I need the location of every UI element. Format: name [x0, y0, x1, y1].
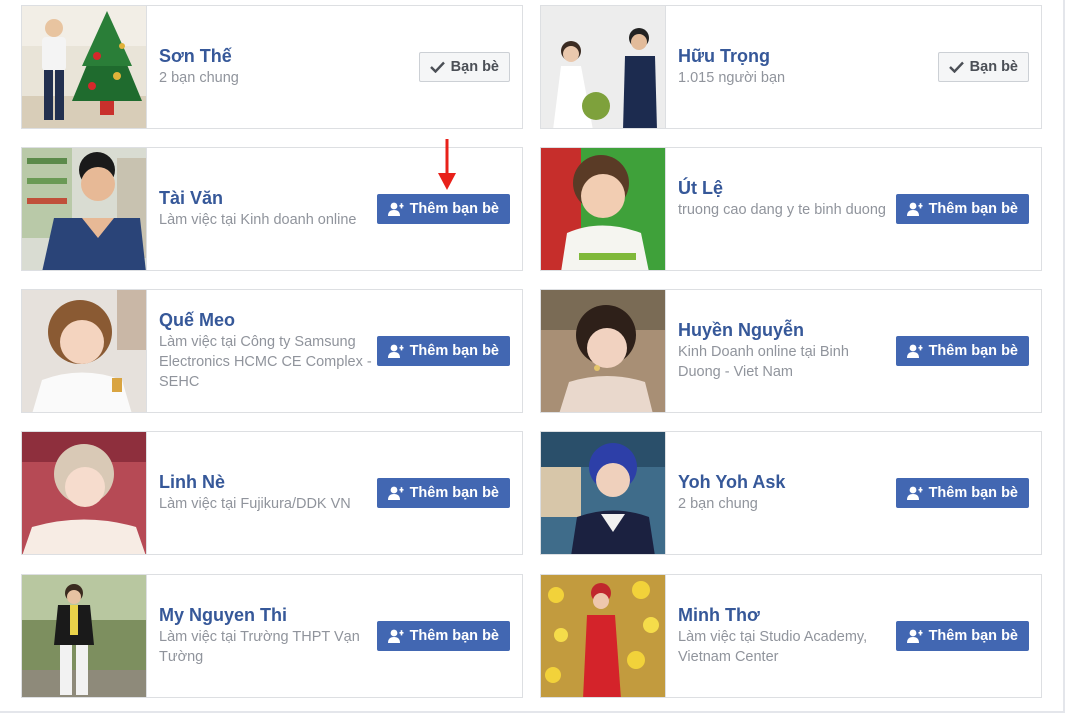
person-plus-icon: [906, 486, 923, 500]
friend-subtitle: 2 bạn chung: [159, 70, 239, 86]
red-down-arrow-icon: [437, 139, 457, 196]
friend-card: Yoh Yoh Ask 2 bạn chung Thêm bạn bè: [540, 431, 1042, 555]
person-plus-icon: [906, 202, 923, 216]
friend-name[interactable]: Quế Meo: [159, 309, 374, 331]
profile-photo[interactable]: [22, 290, 147, 412]
friend-card: Huyền Nguyễn Kinh Doanh online tại Binh …: [540, 289, 1042, 413]
friend-subtitle: Kinh Doanh online tại Binh Duong - Viet …: [678, 344, 849, 380]
profile-photo[interactable]: [541, 575, 666, 697]
friend-name[interactable]: Minh Thơ: [678, 604, 893, 626]
friend-subtitle: 2 bạn chung: [678, 496, 758, 512]
add-friend-button[interactable]: Thêm bạn bè: [895, 478, 1029, 508]
friend-subtitle: Làm việc tại Kinh doanh online: [159, 212, 357, 228]
add-friend-button[interactable]: Thêm bạn bè: [376, 621, 510, 651]
friend-card: Hữu Trọng 1.015 người bạn Bạn bè: [540, 5, 1042, 129]
add-friend-button[interactable]: Thêm bạn bè: [376, 194, 510, 224]
friend-card: Linh Nè Làm việc tại Fujikura/DDK VN Thê…: [21, 431, 523, 555]
friend-subtitle: Làm việc tại Fujikura/DDK VN: [159, 496, 351, 512]
friend-name[interactable]: Yoh Yoh Ask: [678, 471, 893, 493]
friend-card: My Nguyen Thi Làm việc tại Trường THPT V…: [21, 574, 523, 698]
button-label: Thêm bạn bè: [928, 485, 1018, 501]
profile-photo[interactable]: [22, 148, 147, 270]
friend-card: Minh Thơ Làm việc tại Studio Academy, Vi…: [540, 574, 1042, 698]
friend-name[interactable]: My Nguyen Thi: [159, 604, 374, 626]
button-label: Thêm bạn bè: [928, 343, 1018, 359]
profile-photo[interactable]: [541, 432, 666, 554]
friends-button[interactable]: Bạn bè: [418, 52, 510, 82]
friend-subtitle: 1.015 người bạn: [678, 70, 786, 86]
friend-name[interactable]: Tài Văn: [159, 187, 374, 209]
friend-name[interactable]: Linh Nè: [159, 471, 374, 493]
profile-photo[interactable]: [22, 575, 147, 697]
button-label: Bạn bè: [969, 59, 1018, 75]
person-plus-icon: [387, 486, 404, 500]
add-friend-button[interactable]: Thêm bạn bè: [895, 336, 1029, 366]
checkmark-icon: [948, 61, 964, 73]
friend-subtitle: Làm việc tại Công ty Samsung Electronics…: [159, 334, 372, 390]
friend-card: Út Lệ truong cao dang y te binh duong Th…: [540, 147, 1042, 271]
person-plus-icon: [906, 344, 923, 358]
person-plus-icon: [387, 344, 404, 358]
friend-name[interactable]: Hữu Trọng: [678, 45, 893, 67]
button-label: Thêm bạn bè: [409, 343, 499, 359]
add-friend-button[interactable]: Thêm bạn bè: [895, 621, 1029, 651]
add-friend-button[interactable]: Thêm bạn bè: [376, 478, 510, 508]
profile-photo[interactable]: [541, 290, 666, 412]
button-label: Thêm bạn bè: [409, 485, 499, 501]
add-friend-button[interactable]: Thêm bạn bè: [376, 336, 510, 366]
friend-card: Quế Meo Làm việc tại Công ty Samsung Ele…: [21, 289, 523, 413]
friends-button[interactable]: Bạn bè: [937, 52, 1029, 82]
button-label: Thêm bạn bè: [928, 628, 1018, 644]
friend-subtitle: Làm việc tại Studio Academy, Vietnam Cen…: [678, 629, 868, 665]
profile-photo[interactable]: [22, 432, 147, 554]
friend-name[interactable]: Huyền Nguyễn: [678, 319, 893, 341]
friend-card: Sơn Thế 2 bạn chung Bạn bè: [21, 5, 523, 129]
profile-photo[interactable]: [541, 148, 666, 270]
person-plus-icon: [387, 629, 404, 643]
checkmark-icon: [429, 61, 445, 73]
friend-name[interactable]: Út Lệ: [678, 177, 893, 199]
button-label: Thêm bạn bè: [928, 201, 1018, 217]
friend-subtitle: truong cao dang y te binh duong: [678, 202, 886, 218]
profile-photo[interactable]: [541, 6, 666, 128]
button-label: Thêm bạn bè: [409, 628, 499, 644]
button-label: Thêm bạn bè: [409, 201, 499, 217]
friend-subtitle: Làm việc tại Trường THPT Vạn Tường: [159, 629, 360, 665]
friend-name[interactable]: Sơn Thế: [159, 45, 374, 67]
profile-photo[interactable]: [22, 6, 147, 128]
person-plus-icon: [387, 202, 404, 216]
person-plus-icon: [906, 629, 923, 643]
button-label: Bạn bè: [450, 59, 499, 75]
add-friend-button[interactable]: Thêm bạn bè: [895, 194, 1029, 224]
